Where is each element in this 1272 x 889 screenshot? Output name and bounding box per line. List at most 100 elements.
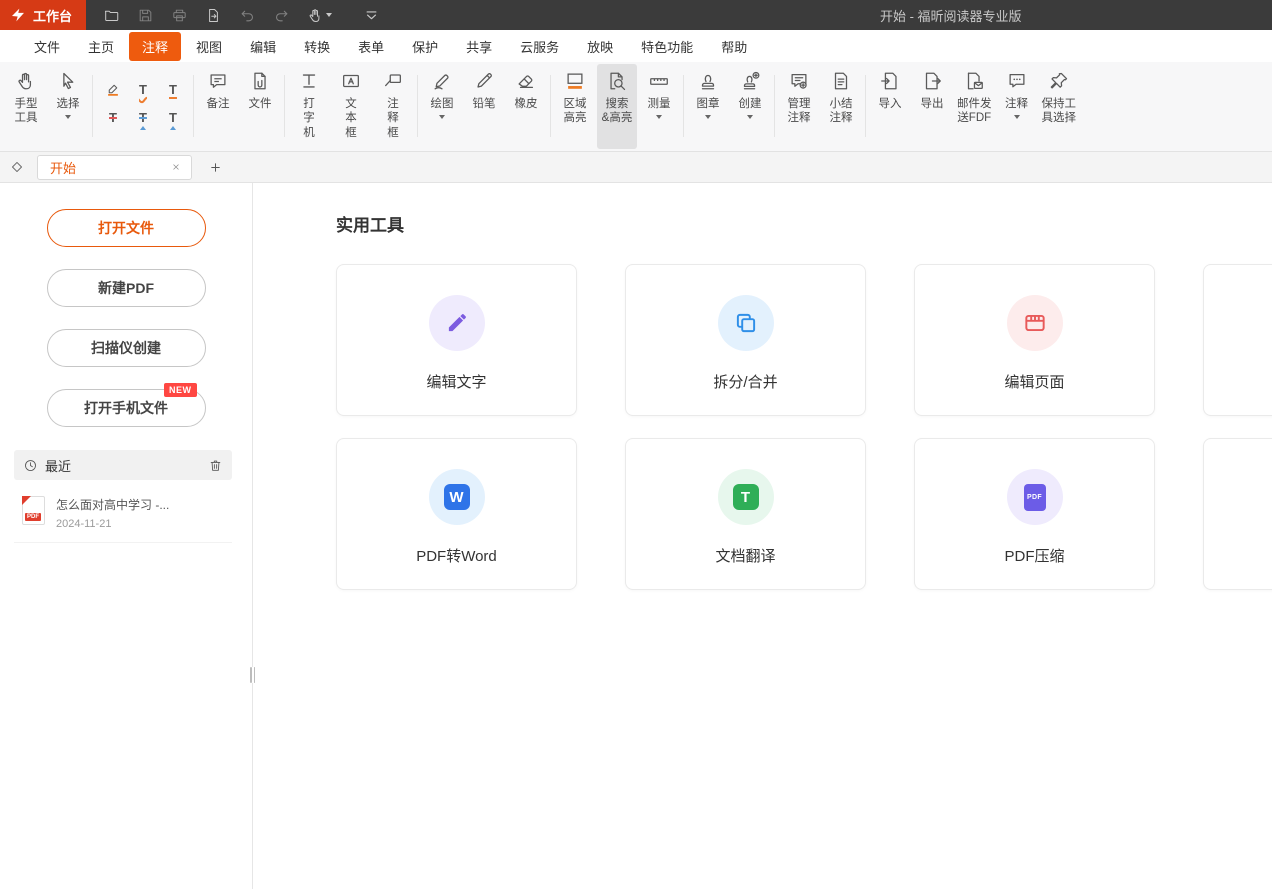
eraser-icon [515,70,537,92]
ribbon-area-highlight-button[interactable]: 区域 高亮 [555,64,595,149]
recent-file-item[interactable]: PDF 怎么面对高中学习 -... 2024-11-21 [14,494,232,543]
ribbon-summarize-comments-button[interactable]: 小结 注释 [821,64,861,149]
workspace-button[interactable]: 工作台 [0,0,86,30]
tool-card-pdf-compress[interactable]: PDF PDF压缩 [914,438,1155,590]
replace-text-button[interactable]: T [129,104,157,130]
trash-icon[interactable] [208,458,223,473]
section-title: 实用工具 [336,211,1272,236]
hand-tool-quick-button[interactable] [302,2,336,28]
print-icon [171,7,188,24]
ribbon-callout-button[interactable]: 注 释 框 [373,64,413,149]
menu-protect[interactable]: 保护 [399,32,451,61]
dropdown-caret-icon [705,115,711,119]
ribbon-typewriter-button[interactable]: 打 字 机 [289,64,329,149]
save-icon [137,7,154,24]
menu-edit[interactable]: 编辑 [237,32,289,61]
menu-convert[interactable]: 转换 [291,32,343,61]
menu-home[interactable]: 主页 [75,32,127,61]
ribbon-export-button[interactable]: 导出 [912,64,952,149]
sidebar-resize-handle[interactable] [249,667,256,683]
open-mobile-file-button[interactable]: 打开手机文件 NEW [47,389,206,427]
tab-start[interactable]: 开始 [37,155,192,180]
new-tab-button[interactable] [204,156,226,178]
ribbon-separator [550,75,551,137]
summary-icon [830,70,852,92]
ribbon-search-highlight-button[interactable]: 搜索 &高亮 [597,64,637,149]
dropdown-caret-icon [439,115,445,119]
strikeout-icon: T [109,111,117,124]
ribbon-stamp-button[interactable]: 图章 [688,64,728,149]
tool-card-translate[interactable]: T 文档翻译 [625,438,866,590]
tool-card-partial[interactable] [1203,264,1272,416]
pen-nib-icon[interactable] [3,154,30,180]
ribbon-select-button[interactable]: 选择 [48,64,88,149]
menu-view[interactable]: 视图 [183,32,235,61]
undo-icon [239,7,256,24]
customize-toolbar-button[interactable] [358,2,384,28]
ribbon-note-button[interactable]: 备注 [198,64,238,149]
tool-card-pdf-to-word[interactable]: W PDF转Word [336,438,577,590]
tab-close-button[interactable] [169,160,183,174]
pushpin-icon [1048,70,1070,92]
sidebar: 打开文件 新建PDF 扫描仪创建 打开手机文件 NEW 最近 PDF 怎么面对高… [0,183,253,889]
tool-card-edit-text[interactable]: 编辑文字 [336,264,577,416]
save-button[interactable] [132,2,158,28]
convert-button[interactable] [200,2,226,28]
squiggly-underline-button[interactable]: T [129,76,157,102]
ribbon-separator [774,75,775,137]
menu-share[interactable]: 共享 [453,32,505,61]
recent-file-name: 怎么面对高中学习 -... [56,496,169,513]
clock-icon [23,458,38,473]
ribbon-hand-tool-button[interactable]: 手型 工具 [6,64,46,149]
stamp-icon [697,70,719,92]
import-icon [879,70,901,92]
ribbon-eraser-button[interactable]: 橡皮 [506,64,546,149]
menu-help[interactable]: 帮助 [708,32,760,61]
menu-features[interactable]: 特色功能 [628,32,706,61]
plus-icon [209,161,222,174]
undo-button[interactable] [234,2,260,28]
ribbon-keep-tool-selected-button[interactable]: 保持工 具选择 [1039,64,1080,149]
scanner-create-button[interactable]: 扫描仪创建 [47,329,206,367]
ribbon-textbox-button[interactable]: 文 本 框 [331,64,371,149]
ribbon-separator [92,75,93,137]
ribbon-pencil-button[interactable]: 铅笔 [464,64,504,149]
ribbon-file-attach-button[interactable]: 文件 [240,64,280,149]
convert-icon [205,7,222,24]
menubar: 文件 主页 注释 视图 编辑 转换 表单 保护 共享 云服务 放映 特色功能 帮… [0,30,1272,62]
menu-file[interactable]: 文件 [21,32,73,61]
replace-text-icon: T [139,111,147,124]
tool-card-partial[interactable] [1203,438,1272,590]
ribbon-separator [683,75,684,137]
underline-button[interactable]: T [159,76,187,102]
search-highlight-icon [606,70,628,92]
ribbon-import-button[interactable]: 导入 [870,64,910,149]
ribbon-measure-button[interactable]: 测量 [639,64,679,149]
ribbon-email-fdf-button[interactable]: 邮件发 送FDF [954,64,995,149]
redo-button[interactable] [268,2,294,28]
tool-card-edit-pages[interactable]: 编辑页面 [914,264,1155,416]
dropdown-caret-icon [65,115,71,119]
open-file-side-button[interactable]: 打开文件 [47,209,206,247]
new-pdf-button[interactable]: 新建PDF [47,269,206,307]
ribbon-create-button[interactable]: 创建 [730,64,770,149]
menu-form[interactable]: 表单 [345,32,397,61]
insert-text-button[interactable]: T [159,104,187,130]
ribbon-separator [865,75,866,137]
open-file-button[interactable] [98,2,124,28]
tool-card-split-merge[interactable]: 拆分/合并 [625,264,866,416]
open-file-icon [103,7,120,24]
recent-title: 最近 [45,456,201,475]
menu-present[interactable]: 放映 [574,32,626,61]
app-window: 工作台 开始 - 福昕阅读器专业版 文件 主页 注释 视图 编辑 转换 表单 保… [0,0,1272,889]
main-panel: 实用工具 编辑文字 拆分/合并 编辑页面 W PDF转Word [253,183,1272,889]
ribbon-manage-comments-button[interactable]: 管理 注释 [779,64,819,149]
highlight-button[interactable] [99,76,127,102]
ribbon-drawing-button[interactable]: 绘图 [422,64,462,149]
customize-toolbar-icon [362,6,381,25]
print-button[interactable] [166,2,192,28]
menu-comment[interactable]: 注释 [129,32,181,61]
ribbon-comments-button[interactable]: 注释 [997,64,1037,149]
menu-cloud[interactable]: 云服务 [507,32,572,61]
strikeout-button[interactable]: T [99,104,127,130]
